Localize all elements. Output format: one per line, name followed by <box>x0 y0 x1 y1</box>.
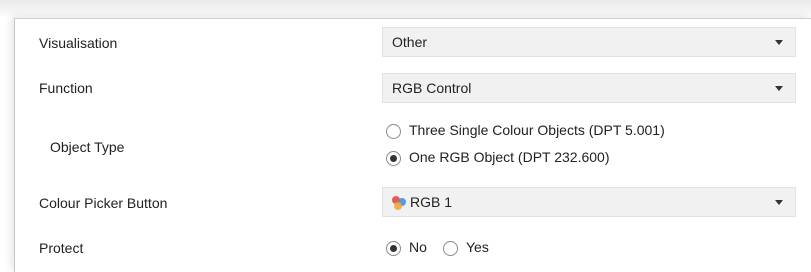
radio-protect-no[interactable] <box>386 241 401 256</box>
protect-row: Protect No Yes <box>15 229 811 263</box>
radio-one-rgb-object[interactable] <box>386 151 401 166</box>
radio-one-rgb-object-label[interactable]: One RGB Object (DPT 232.600) <box>409 149 610 165</box>
chevron-down-icon <box>775 200 783 205</box>
visualisation-dropdown[interactable]: Other <box>382 27 796 57</box>
colour-picker-dropdown[interactable]: RGB 1 <box>382 187 796 217</box>
function-row: Function RGB Control <box>15 70 811 104</box>
window-frame: Visualisation Other Function RGB Control… <box>0 0 811 272</box>
object-type-label: Object Type <box>50 139 125 155</box>
colour-picker-label: Colour Picker Button <box>39 195 168 211</box>
radio-three-single-objects[interactable] <box>386 124 401 139</box>
radio-protect-yes[interactable] <box>443 241 458 256</box>
chevron-down-icon <box>775 40 783 45</box>
colour-picker-row: Colour Picker Button RGB 1 <box>15 183 811 217</box>
object-type-row: Object Type Three Single Colour Objects … <box>15 115 811 175</box>
colour-picker-value: RGB 1 <box>410 194 453 210</box>
rgb-colour-icon <box>392 196 406 210</box>
parameters-panel: Visualisation Other Function RGB Control… <box>14 18 811 272</box>
visualisation-row: Visualisation Other <box>15 25 811 59</box>
visualisation-label: Visualisation <box>39 35 118 51</box>
radio-three-single-objects-label[interactable]: Three Single Colour Objects (DPT 5.001) <box>409 122 665 138</box>
protect-label: Protect <box>39 240 84 256</box>
radio-protect-yes-label[interactable]: Yes <box>466 239 489 255</box>
function-label: Function <box>39 80 93 96</box>
visualisation-value: Other <box>392 34 428 50</box>
function-value: RGB Control <box>392 80 472 96</box>
radio-protect-no-label[interactable]: No <box>409 239 427 255</box>
function-dropdown[interactable]: RGB Control <box>382 73 796 103</box>
chevron-down-icon <box>775 86 783 91</box>
